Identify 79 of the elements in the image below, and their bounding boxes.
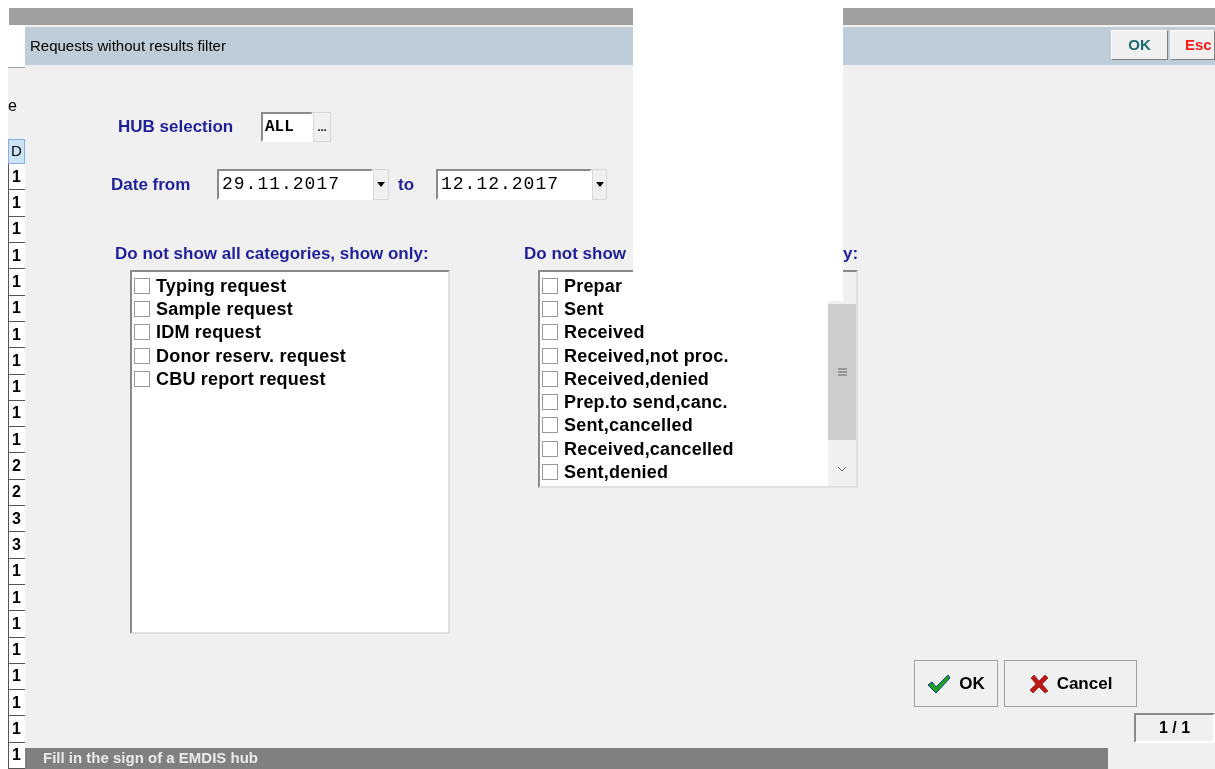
checkbox-label[interactable]: Sent,denied xyxy=(564,463,669,481)
grip-icon xyxy=(837,368,847,376)
table-cell: 1 xyxy=(8,348,25,375)
checkbox-label[interactable]: Sample request xyxy=(156,299,293,318)
hub-field[interactable]: ALL xyxy=(261,112,313,142)
pager-field: 1 / 1 xyxy=(1134,713,1215,743)
checkbox[interactable] xyxy=(134,347,150,364)
checkbox[interactable] xyxy=(542,300,558,317)
table-cell: 1 xyxy=(8,243,25,270)
table-cell: 1 xyxy=(8,690,25,717)
checkbox[interactable] xyxy=(134,370,150,387)
table-cell: 1 xyxy=(8,400,25,428)
checkbox[interactable] xyxy=(542,347,558,364)
statuses-heading: Do not show xyxy=(524,243,627,266)
date-from-label: Date from xyxy=(111,173,192,196)
column-header-text: e xyxy=(8,98,17,115)
scroll-down-icon[interactable] xyxy=(837,466,847,472)
checkbox-label[interactable]: Sent,cancelled xyxy=(564,416,693,435)
date-from-field[interactable]: 29.11.2017 xyxy=(217,169,373,200)
checkbox[interactable] xyxy=(542,464,558,480)
table-cell: 2 xyxy=(8,479,25,507)
checkbox-label[interactable]: Received,denied xyxy=(564,369,710,388)
table-cell: 1 xyxy=(8,269,25,296)
checkbox-label[interactable]: Prepar xyxy=(564,276,623,295)
dropdown-button[interactable] xyxy=(592,169,607,200)
table-cell: 1 xyxy=(8,190,25,217)
table-cell: 3 xyxy=(8,506,25,533)
checkbox-label[interactable]: CBU report request xyxy=(156,369,326,388)
caret-icon xyxy=(377,182,385,187)
table-cell: 3 xyxy=(8,532,25,559)
dropdown-button[interactable] xyxy=(373,169,389,200)
checkbox[interactable] xyxy=(542,440,558,457)
cross-icon xyxy=(1028,673,1049,694)
hub-selection-label: HUB selection xyxy=(118,116,235,139)
scrollbar[interactable] xyxy=(828,272,856,486)
table-cell: 1 xyxy=(8,716,25,743)
window-title: Requests without results filter xyxy=(30,35,226,56)
checkbox[interactable] xyxy=(134,300,150,317)
table-cell: 1 xyxy=(8,427,25,454)
checkbox[interactable] xyxy=(134,277,150,294)
table-cell: 1 xyxy=(8,374,25,401)
checkbox-label[interactable]: Typing request xyxy=(156,276,287,295)
checkbox-label[interactable]: Received,not proc. xyxy=(564,346,729,365)
table-cell: 1 xyxy=(8,164,25,191)
table-cell: 1 xyxy=(8,216,25,244)
checkbox-label[interactable]: Donor reserv. request xyxy=(156,346,346,365)
table-cell: 1 xyxy=(8,295,25,322)
table-cell: 1 xyxy=(8,321,25,349)
ok-button[interactable]: OK xyxy=(1111,30,1168,60)
checkbox-label[interactable]: Prep.to send,canc. xyxy=(564,393,728,412)
table-cell: 1 xyxy=(8,742,25,769)
checkbox[interactable] xyxy=(542,277,558,294)
table-header-cell: D xyxy=(8,139,25,165)
cancel-button[interactable]: Cancel xyxy=(1004,660,1137,707)
table-cell: 1 xyxy=(8,558,25,585)
date-to-label: to xyxy=(398,173,416,196)
checkbox[interactable] xyxy=(542,394,558,411)
caret-icon xyxy=(595,182,604,187)
table-cell: 1 xyxy=(8,611,25,638)
categories-heading: Do not show all categories, show only: xyxy=(115,243,430,266)
statuses-heading: y: xyxy=(843,243,859,266)
status-bar: Fill in the sign of a EMDIS hub xyxy=(25,748,1108,769)
checkmark-icon xyxy=(927,673,952,694)
checkbox[interactable] xyxy=(134,324,150,341)
checkbox-label[interactable]: Received,cancelled xyxy=(564,439,734,458)
checkbox-label[interactable]: Sent xyxy=(564,299,604,318)
scrollbar-thumb[interactable] xyxy=(828,304,856,440)
table-cell: 1 xyxy=(8,584,25,612)
checkbox[interactable] xyxy=(542,324,558,341)
table-cell: 2 xyxy=(8,453,25,480)
date-to-field[interactable]: 12.12.2017 xyxy=(436,169,592,200)
browse-button[interactable]: ... xyxy=(313,112,331,142)
checkbox-label[interactable]: IDM request xyxy=(156,323,262,342)
checkbox-label[interactable]: Received xyxy=(564,323,645,342)
checkbox[interactable] xyxy=(542,370,558,387)
ok-button[interactable]: OK xyxy=(914,660,998,707)
table-cell: 1 xyxy=(8,637,25,664)
table-cell: 1 xyxy=(8,663,25,691)
checkbox[interactable] xyxy=(542,417,558,434)
